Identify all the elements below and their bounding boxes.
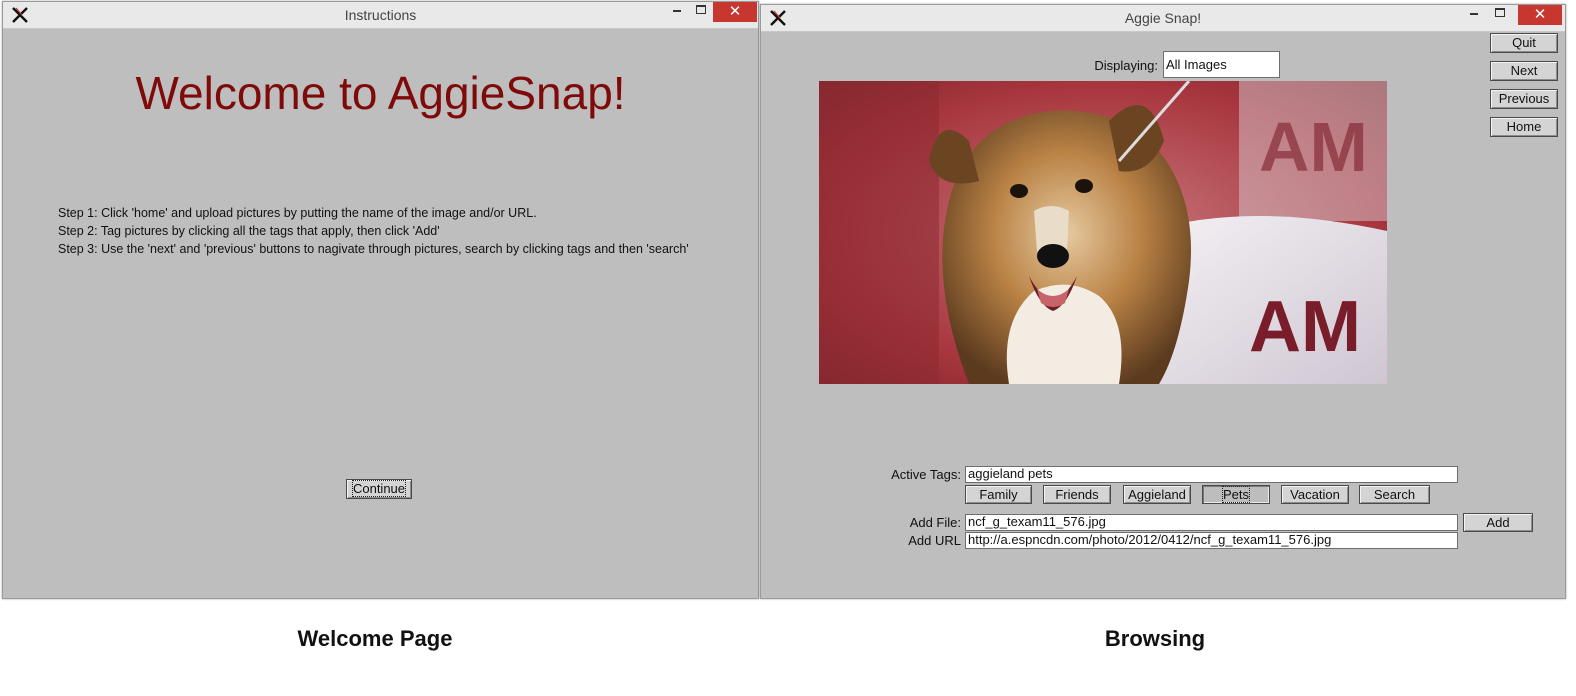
maximize-button[interactable] bbox=[688, 2, 714, 22]
displaying-field[interactable]: All Images bbox=[1163, 51, 1280, 78]
continue-button[interactable]: Continue bbox=[346, 479, 412, 499]
close-icon: ✕ bbox=[1533, 6, 1547, 23]
collie-image: AM AM bbox=[819, 81, 1387, 384]
close-icon: ✕ bbox=[728, 3, 742, 20]
instructions-content: Welcome to AggieSnap! Step 1: Click 'hom… bbox=[10, 30, 751, 591]
tag-friends-button[interactable]: Friends bbox=[1043, 485, 1111, 504]
browsing-caption: Browsing bbox=[1104, 626, 1206, 651]
active-tags-label: Active Tags: bbox=[891, 467, 961, 482]
tag-family-button[interactable]: Family bbox=[965, 485, 1032, 504]
instructions-titlebar[interactable]: Instructions ✕ bbox=[3, 2, 758, 29]
add-url-field[interactable]: http://a.espncdn.com/photo/2012/0412/ncf… bbox=[965, 532, 1458, 549]
home-button[interactable]: Home bbox=[1490, 117, 1558, 137]
minimize-button[interactable] bbox=[1461, 5, 1487, 25]
minimize-button[interactable] bbox=[664, 2, 690, 22]
step-2-text: Step 2: Tag pictures by clicking all the… bbox=[58, 224, 440, 238]
quit-button[interactable]: Quit bbox=[1490, 33, 1558, 53]
maximize-icon bbox=[696, 5, 706, 15]
aggie-snap-content: Quit Next Previous Home Displaying: All … bbox=[766, 33, 1560, 591]
maximize-button[interactable] bbox=[1487, 5, 1513, 25]
tag-pets-button[interactable]: Pets bbox=[1202, 485, 1270, 504]
minimize-icon bbox=[1470, 12, 1478, 15]
welcome-page-caption: Welcome Page bbox=[297, 626, 453, 651]
minimize-icon bbox=[673, 9, 681, 12]
instructions-window: Instructions ✕ Welcome to AggieSnap! Ste… bbox=[2, 1, 759, 599]
add-file-label: Add File: bbox=[909, 515, 961, 530]
svg-text:AM: AM bbox=[1259, 108, 1368, 186]
active-tags-field[interactable]: aggieland pets bbox=[965, 466, 1458, 483]
dog-photo: AM AM bbox=[819, 81, 1387, 384]
step-1-text: Step 1: Click 'home' and upload pictures… bbox=[58, 206, 537, 220]
add-file-field[interactable]: ncf_g_texam11_576.jpg bbox=[965, 514, 1458, 531]
tag-vacation-button[interactable]: Vacation bbox=[1281, 485, 1349, 504]
close-button[interactable]: ✕ bbox=[1518, 5, 1562, 25]
previous-button[interactable]: Previous bbox=[1490, 89, 1558, 109]
maximize-icon bbox=[1495, 8, 1505, 18]
add-url-label: Add URL bbox=[908, 533, 961, 548]
tag-aggieland-button[interactable]: Aggieland bbox=[1123, 485, 1191, 504]
aggie-snap-titlebar[interactable]: Aggie Snap! ✕ bbox=[761, 5, 1565, 32]
aggie-snap-window: Aggie Snap! ✕ Quit Next Previous Home Di… bbox=[760, 4, 1566, 599]
search-button[interactable]: Search bbox=[1359, 485, 1430, 504]
instructions-title: Instructions bbox=[344, 7, 417, 23]
displaying-label: Displaying: bbox=[1094, 58, 1158, 73]
aggie-snap-title: Aggie Snap! bbox=[1124, 10, 1202, 26]
step-3-text: Step 3: Use the 'next' and 'previous' bu… bbox=[58, 242, 689, 256]
welcome-heading: Welcome to AggieSnap! bbox=[135, 67, 626, 119]
add-button[interactable]: Add bbox=[1463, 513, 1533, 532]
svg-text:AM: AM bbox=[1249, 287, 1361, 367]
next-button[interactable]: Next bbox=[1490, 61, 1558, 81]
close-button[interactable]: ✕ bbox=[713, 2, 757, 22]
